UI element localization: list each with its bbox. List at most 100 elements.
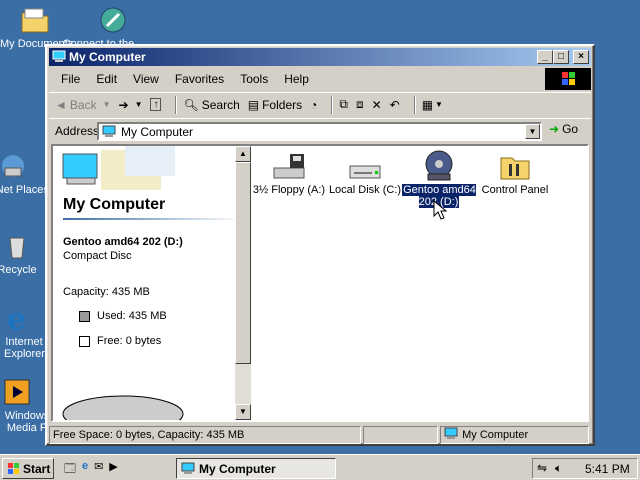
close-button[interactable]: × (573, 50, 589, 64)
menu-view[interactable]: View (127, 70, 165, 88)
menu-file[interactable]: File (55, 70, 86, 88)
start-button[interactable]: Start (2, 458, 54, 479)
drive-item-local-disk[interactable]: Local Disk (C:) (325, 150, 405, 196)
minimize-button[interactable]: _ (537, 50, 553, 64)
maximize-button[interactable]: □ (553, 50, 569, 64)
drive-type: Compact Disc (63, 250, 132, 262)
forward-button[interactable]: ➔ ▼ (119, 95, 143, 115)
pane-title: My Computer (63, 196, 166, 213)
hard-disk-icon (348, 150, 382, 182)
floppy-drive-icon (272, 150, 306, 182)
back-arrow-icon: ◄ (55, 97, 67, 112)
move-to-button[interactable]: ⧉ (339, 95, 348, 115)
network-icon (0, 150, 29, 182)
pane-divider (63, 218, 235, 220)
used-legend: Used: 435 MB (79, 310, 167, 322)
window-title: My Computer (69, 50, 146, 64)
computer-icon (181, 462, 195, 478)
free-swatch (79, 335, 90, 347)
address-value: My Computer (121, 124, 194, 139)
drive-capacity: Capacity: 435 MB (63, 286, 150, 298)
back-button[interactable]: ◄ Back ▼ (55, 95, 111, 115)
scroll-down-button[interactable]: ▼ (235, 404, 251, 420)
history-button[interactable]: ◔ (310, 95, 317, 115)
control-panel-item[interactable]: Control Panel (475, 150, 555, 196)
free-legend: Free: 0 bytes (79, 335, 161, 347)
folders-button[interactable]: ▤ Folders (248, 95, 302, 115)
title-bar[interactable]: My Computer _ □ × (49, 48, 591, 66)
move-to-icon: ⧉ (339, 97, 348, 111)
folders-icon: ▤ (247, 97, 260, 112)
toolbar-separator (413, 95, 416, 114)
up-folder-icon: ↑ (150, 98, 162, 111)
cd-drive-icon (422, 150, 456, 182)
status-space-info: Free Space: 0 bytes, Capacity: 435 MB (49, 426, 361, 444)
pane-header-graphic (62, 146, 175, 190)
media-player-icon[interactable]: ▶ (109, 460, 117, 479)
address-label: Address (55, 123, 100, 138)
quick-launch: 🗔︎ e ✉︎ ▶ (64, 460, 118, 479)
views-button[interactable]: ▦ ▼ (422, 95, 443, 115)
volume-icon[interactable]: 🔈︎ (555, 461, 562, 476)
network-tray-icon[interactable]: ⇋ (537, 461, 547, 475)
drive-label: 3½ Floppy (A:) (252, 184, 326, 196)
menu-tools[interactable]: Tools (234, 70, 274, 88)
used-swatch (79, 310, 90, 322)
windows-logo-icon (7, 462, 21, 478)
recycle-bin-icon (1, 230, 33, 262)
menu-bar: File Edit View Favorites Tools Help (49, 68, 591, 90)
desktop-icon-label: Internet Explorer (4, 336, 45, 360)
media-player-icon (1, 376, 33, 408)
control-panel-icon (498, 150, 532, 182)
address-bar: Address My Computer ▼ ➜ Go (49, 118, 591, 142)
my-computer-window: My Computer _ □ × File Edit View Favorit… (45, 44, 595, 446)
connect-icon (97, 4, 129, 36)
disk-usage-pie (62, 395, 184, 420)
clock[interactable]: 5:41 PM (585, 462, 630, 476)
chevron-down-icon: ▼ (102, 100, 111, 109)
menu-edit[interactable]: Edit (90, 70, 123, 88)
views-icon: ▦ (421, 97, 434, 112)
mouse-cursor-icon (433, 199, 448, 223)
status-zone: My Computer (440, 426, 589, 444)
info-pane: My Computer Gentoo amd64 202 (D:) Compac… (53, 146, 235, 420)
computer-icon (444, 427, 458, 443)
desktop-icon-label: My Net Places (0, 184, 49, 196)
undo-button[interactable]: ↶ (390, 95, 400, 115)
menu-help[interactable]: Help (278, 70, 315, 88)
history-icon: ◔ (310, 97, 318, 112)
chevron-down-icon: ▼ (134, 100, 143, 109)
up-folder-button[interactable]: ↑ (150, 95, 162, 115)
content-area: My Computer Gentoo amd64 202 (D:) Compac… (51, 144, 589, 422)
delete-icon: ✕ (371, 97, 382, 112)
menu-favorites[interactable]: Favorites (169, 70, 230, 88)
standard-toolbar: ◄ Back ▼ ➔ ▼ ↑ 🔍︎ Search ▤ Folders ◔ ⧉ ⧈… (49, 92, 591, 116)
address-input[interactable]: My Computer ▼ (97, 122, 542, 141)
internet-explorer-icon: e (1, 302, 33, 337)
address-dropdown-button[interactable]: ▼ (525, 124, 540, 139)
search-icon: 🔍︎ (183, 97, 199, 112)
status-empty-pane (362, 426, 439, 444)
taskbar-button-my-computer[interactable]: My Computer (176, 458, 336, 479)
drive-name: Gentoo amd64 202 (D:) (63, 236, 183, 248)
taskbar: Start 🗔︎ e ✉︎ ▶ My Computer ⇋ 🔈︎ 5:41 PM (0, 454, 640, 480)
computer-icon (102, 125, 116, 141)
drive-item-floppy[interactable]: 3½ Floppy (A:) (249, 150, 329, 196)
computer-icon (52, 50, 66, 63)
delete-button[interactable]: ✕ (372, 95, 382, 115)
show-desktop-icon[interactable]: 🗔︎ (64, 460, 76, 479)
go-button[interactable]: ➜ Go (549, 122, 578, 136)
go-arrow-icon: ➜ (549, 122, 560, 136)
undo-icon: ↶ (389, 97, 400, 112)
svg-text:e: e (7, 302, 26, 334)
chevron-down-icon: ▼ (435, 100, 443, 109)
folder-icon (19, 4, 51, 36)
outlook-express-icon[interactable]: ✉︎ (94, 460, 103, 479)
system-tray: ⇋ 🔈︎ 5:41 PM (532, 458, 638, 479)
toolbar-separator (175, 95, 178, 114)
search-button[interactable]: 🔍︎ Search (183, 95, 239, 115)
copy-to-icon: ⧈ (355, 97, 364, 111)
desktop-icon-network[interactable]: My Net Places (0, 150, 49, 196)
copy-to-button[interactable]: ⧈ (356, 95, 364, 115)
internet-explorer-icon[interactable]: e (82, 460, 88, 479)
